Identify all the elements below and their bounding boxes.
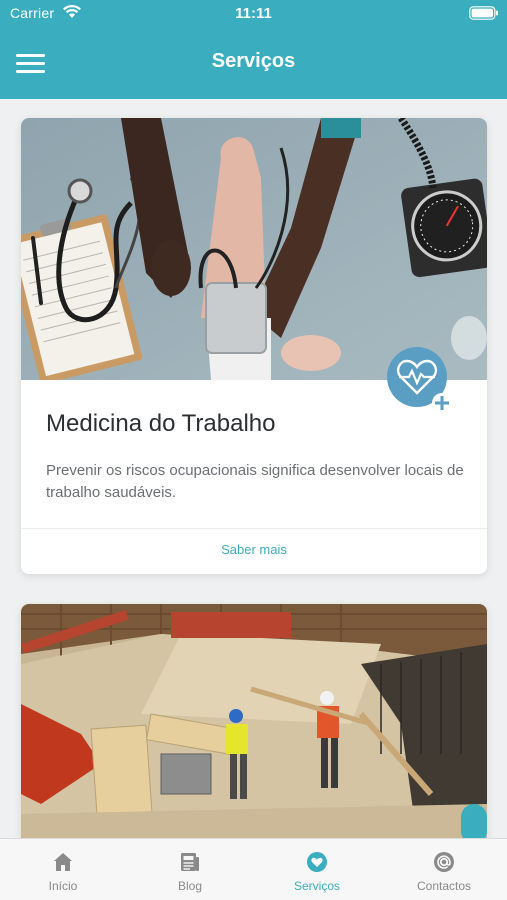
heart-icon [307,852,327,872]
heart-pulse-plus-icon[interactable] [387,347,453,413]
tab-bar: Início Blog Serviços Contactos [0,838,507,900]
page-title: Serviços [211,50,296,72]
battery-icon [469,6,498,20]
status-time: 11:11 [235,5,272,22]
tab-inicio[interactable]: Início [0,839,126,900]
service-title: Medicina do Trabalho [46,410,276,437]
card-divider [21,528,487,529]
home-icon [54,853,72,871]
tab-label: Início [48,879,78,893]
tab-label: Blog [177,879,203,893]
service-card[interactable]: Medicina do Trabalho Prevenir os riscos … [21,118,487,574]
tab-label: Contactos [416,879,472,893]
service-image-construction [21,604,487,838]
newspaper-icon [181,853,199,871]
app-header: Carrier 11:11 Serviços [0,0,507,99]
tab-contactos[interactable]: Contactos [381,839,507,900]
tab-label: Serviços [293,879,340,893]
at-icon [434,852,454,872]
tab-blog[interactable]: Blog [127,839,253,900]
status-bar: Carrier 11:11 [0,0,507,28]
service-image-medical [21,118,487,380]
services-list[interactable]: Medicina do Trabalho Prevenir os riscos … [0,99,507,838]
tab-servicos[interactable]: Serviços [254,839,380,900]
service-card[interactable] [21,604,487,838]
learn-more-link[interactable]: Saber mais [21,542,487,557]
service-description: Prevenir os riscos ocupacionais signific… [46,462,464,501]
